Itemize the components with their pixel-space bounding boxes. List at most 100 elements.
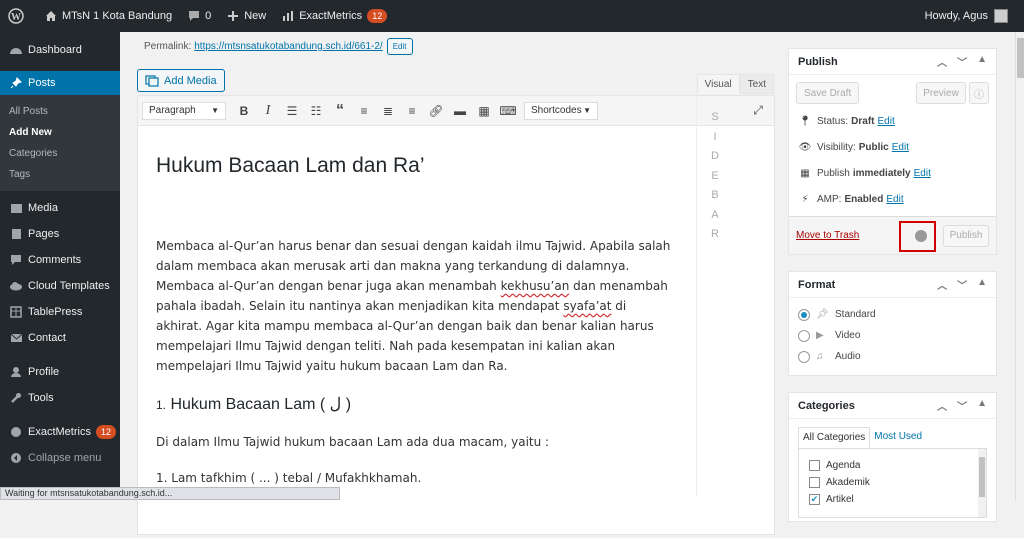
amp-edit-link[interactable]: Edit [886,194,903,205]
scrollbar-thumb[interactable] [979,457,985,497]
move-to-trash-link[interactable]: Move to Trash [796,230,859,241]
menu-comments[interactable]: Comments [0,247,120,273]
collapse-menu-button[interactable]: Collapse menu [0,445,120,471]
new-content-link[interactable]: New [219,0,274,32]
status-edit-link[interactable]: Edit [877,116,894,127]
greeting: Howdy, Agus [925,10,988,22]
table-icon[interactable]: ▦ [472,100,496,122]
editor-content[interactable]: Hukum Bacaan Lam dan Ra’ Membaca al-Qur’… [156,154,676,488]
menu-contact[interactable]: Contact [0,325,120,351]
preview-button[interactable]: Preview [916,82,966,104]
dropdown-arrow-icon: ▼ [211,106,219,115]
menu-profile[interactable]: Profile [0,359,120,385]
exactmetrics-icon [8,425,24,439]
submenu-add-new[interactable]: Add New [0,122,120,143]
keyboard-icon[interactable]: ⌨ [496,100,520,122]
format-option-video[interactable]: ▶ Video [789,325,996,346]
permalink-edit-button[interactable]: Edit [387,38,413,55]
chevron-up-icon[interactable]: ︿ [937,277,947,292]
sidebar-letter: A [708,206,722,226]
submenu-tags[interactable]: Tags [0,164,120,185]
align-right-icon[interactable]: ≡ [400,100,424,122]
paragraph-format-select[interactable]: Paragraph ▼ [142,102,226,120]
my-account[interactable]: Howdy, Agus [925,9,1024,23]
menu-dashboard[interactable]: Dashboard [0,37,120,63]
shortcodes-select[interactable]: Shortcodes ▼ [524,102,598,120]
amp-row: ⚡︎ AMP:EnabledEdit [789,186,996,212]
menu-cloud-templates[interactable]: Cloud Templates [0,273,120,299]
menu-exactmetrics[interactable]: ExactMetrics 12 [0,419,120,445]
italic-icon[interactable]: I [256,100,280,122]
categories-box-title: Categories [798,400,855,412]
publish-button[interactable]: Publish [943,225,989,247]
category-label: Agenda [826,460,860,471]
menu-media[interactable]: Media [0,195,120,221]
paragraph-3[interactable]: 1. Lam tafkhim ( ... ) tebal / Mufakhkha… [156,468,676,488]
category-checkbox[interactable] [809,460,820,471]
menu-posts[interactable]: Posts [0,71,120,95]
toggle-panel-icon[interactable]: ▲ [977,277,987,292]
blockquote-icon[interactable]: “ [328,100,352,122]
visibility-row: 👁︎ Visibility:PublicEdit [789,134,996,160]
radio-video[interactable] [798,330,810,342]
page-scrollbar-thumb[interactable] [1017,38,1024,78]
wordpress-logo-icon[interactable]: W [0,0,37,32]
shortcodes-value: Shortcodes [531,105,582,116]
site-name-link[interactable]: MTsN 1 Kota Bandung [37,0,180,32]
align-left-icon[interactable]: ≡ [352,100,376,122]
category-label: Akademik [826,477,870,488]
preview-dropdown-icon[interactable]: ⓘ [969,82,989,104]
exactmetrics-badge: 12 [367,9,387,23]
numbered-list-icon[interactable]: ☷ [304,100,328,122]
menu-posts-label: Posts [28,77,56,89]
category-item[interactable]: Akademik [809,474,986,491]
section-heading[interactable]: 1. Hukum Bacaan Lam ( ل ) [156,394,676,414]
save-draft-button[interactable]: Save Draft [796,82,859,104]
categories-scrollbar[interactable] [978,449,986,518]
bar-chart-icon [282,10,294,22]
tab-text[interactable]: Text [740,74,774,94]
exactmetrics-link[interactable]: ExactMetrics 12 [274,0,395,32]
format-option-standard[interactable]: 📌︎ Standard [789,304,996,325]
link-icon[interactable]: 🔗︎ [424,100,448,122]
menu-tools[interactable]: Tools [0,385,120,411]
page-icon [8,227,24,241]
comments-link[interactable]: 0 [180,0,219,32]
menu-pages[interactable]: Pages [0,221,120,247]
tab-all-categories[interactable]: All Categories [798,427,870,448]
new-label: New [244,10,266,22]
menu-tablepress[interactable]: TablePress [0,299,120,325]
page-scrollbar[interactable] [1015,32,1024,500]
bold-icon[interactable]: B [232,100,256,122]
align-center-icon[interactable]: ≣ [376,100,400,122]
radio-audio[interactable] [798,351,810,363]
schedule-edit-link[interactable]: Edit [914,168,931,179]
fullscreen-icon[interactable]: ⤢ [746,100,770,122]
paragraph-intro[interactable]: Membaca al-Qur’an harus benar dan sesuai… [156,236,676,376]
tab-most-used[interactable]: Most Used [870,427,926,448]
paragraph-2[interactable]: Di dalam Ilmu Tajwid hukum bacaan Lam ad… [156,432,676,452]
format-option-audio[interactable]: ♫ Audio [789,346,996,367]
chevron-down-icon[interactable]: ﹀ [957,54,967,69]
chevron-down-icon[interactable]: ﹀ [957,398,967,413]
toggle-panel-icon[interactable]: ▲ [977,398,987,413]
read-more-icon[interactable]: ▬ [448,100,472,122]
avatar [994,9,1008,23]
category-item[interactable]: Agenda [809,457,986,474]
post-title[interactable]: Hukum Bacaan Lam dan Ra’ [156,154,676,178]
submenu-all-posts[interactable]: All Posts [0,101,120,122]
permalink-url[interactable]: https://mtsnsatukotabandung.sch.id/661-2… [194,41,382,52]
chevron-up-icon[interactable]: ︿ [937,54,947,69]
permalink-row: Permalink: https://mtsnsatukotabandung.s… [144,38,413,55]
toggle-panel-icon[interactable]: ▲ [977,54,987,69]
cloud-icon [8,279,24,293]
visibility-edit-link[interactable]: Edit [892,142,909,153]
chevron-down-icon[interactable]: ﹀ [957,277,967,292]
submenu-categories[interactable]: Categories [0,143,120,164]
bullet-list-icon[interactable]: ☰ [280,100,304,122]
radio-standard[interactable] [798,309,810,321]
add-media-button[interactable]: Add Media [137,69,225,92]
category-checkbox[interactable] [809,477,820,488]
tab-visual[interactable]: Visual [697,74,740,94]
chevron-up-icon[interactable]: ︿ [937,398,947,413]
